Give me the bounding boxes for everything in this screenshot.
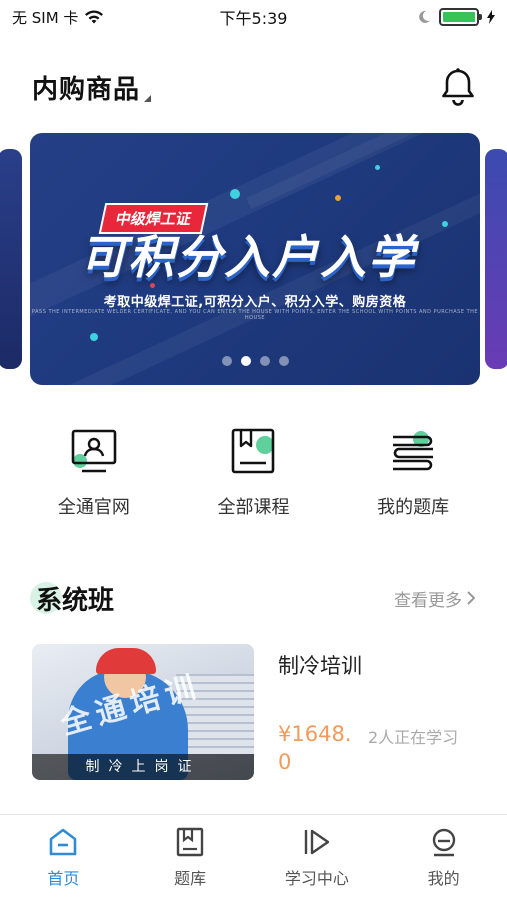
quick-entry-question-bank[interactable]: 我的题库 [343, 425, 483, 519]
course-price: ¥1648.0 [278, 722, 352, 774]
tab-label: 我的 [427, 869, 460, 888]
banner-headline: 可积分入户入学 [80, 230, 416, 284]
carrier-label: 无 SIM 卡 [12, 8, 79, 27]
course-book-icon [232, 428, 275, 474]
page-header: 内购商品 [32, 62, 477, 112]
section-title: 系统班 [36, 585, 115, 616]
tab-label: 学习中心 [284, 869, 349, 888]
profile-face-icon [432, 828, 455, 857]
moon-icon [419, 10, 430, 23]
quick-entry-label: 全部课程 [217, 497, 290, 518]
prev-banner-card[interactable] [0, 149, 22, 369]
carousel-dots[interactable] [30, 356, 480, 366]
learner-count: 2人正在学习 [368, 728, 459, 747]
play-icon [304, 829, 330, 855]
thumbnail-caption: 制冷上岗证 [32, 754, 254, 780]
tab-label: 题库 [174, 869, 207, 888]
course-card[interactable]: 全通培训 制冷上岗证 制冷培训 ¥1648.0 2人正在学习 [32, 644, 475, 780]
banner-carousel[interactable]: 中级焊工证 可积分入户入学 考取中级焊工证,可积分入户、积分入学、购房资格 PA… [0, 133, 507, 385]
carousel-dot[interactable] [221, 356, 232, 366]
tab-learning-center[interactable]: 学习中心 [254, 815, 381, 900]
wifi-icon [85, 10, 104, 24]
carousel-dot[interactable] [240, 356, 251, 366]
course-thumbnail[interactable]: 全通培训 制冷上岗证 [32, 644, 254, 780]
bookmark-book-icon [176, 827, 204, 857]
bottom-tab-bar: 首页 题库 学习中心 我的 [0, 814, 507, 900]
section-header: 系统班 查看更多 [30, 570, 475, 626]
tab-home[interactable]: 首页 [0, 815, 127, 900]
banner-slide[interactable]: 中级焊工证 可积分入户入学 考取中级焊工证,可积分入户、积分入学、购房资格 PA… [30, 133, 480, 385]
quick-entry-label: 全通官网 [57, 497, 130, 518]
view-more-label: 查看更多 [394, 590, 462, 611]
charging-icon [487, 10, 495, 24]
banner-finetext: PASS THE INTERMEDIATE WELDER CERTIFICATE… [31, 309, 479, 321]
chevron-right-icon [467, 591, 475, 605]
course-title[interactable]: 制冷培训 [278, 650, 362, 680]
carousel-dot[interactable] [259, 356, 270, 366]
home-icon [50, 828, 77, 856]
page-title[interactable]: 内购商品 [32, 69, 140, 106]
tab-label: 首页 [47, 869, 80, 888]
book-stack-icon [393, 431, 434, 471]
status-bar: 无 SIM 卡 下午5:39 [0, 0, 507, 34]
battery-icon [439, 8, 482, 26]
tab-mine[interactable]: 我的 [380, 815, 507, 900]
quick-entry-row: 全通官网 全部课程 我的题库 [0, 425, 507, 519]
title-dropdown-caret-icon[interactable] [144, 94, 152, 102]
quick-entry-courses[interactable]: 全部课程 [183, 425, 323, 519]
quick-entry-label: 我的题库 [377, 497, 450, 518]
banner-subline: 考取中级焊工证,可积分入户、积分入学、购房资格 [103, 295, 407, 310]
next-banner-card[interactable] [485, 149, 507, 369]
view-more-link[interactable]: 查看更多 [394, 586, 475, 611]
tab-question-bank[interactable]: 题库 [127, 815, 254, 900]
profile-card-icon [71, 429, 117, 473]
quick-entry-website[interactable]: 全通官网 [24, 425, 164, 519]
carousel-dot[interactable] [278, 356, 289, 366]
bell-icon[interactable] [439, 67, 477, 107]
